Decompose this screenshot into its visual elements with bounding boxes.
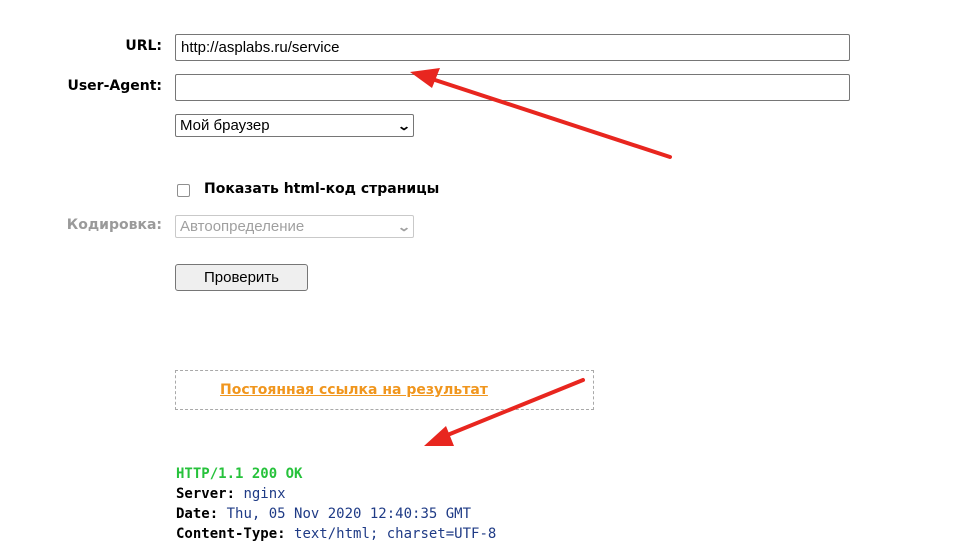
annotation-arrows	[410, 68, 672, 446]
annotation-arrow-result	[424, 378, 585, 446]
annotation-arrow-url	[410, 68, 672, 159]
